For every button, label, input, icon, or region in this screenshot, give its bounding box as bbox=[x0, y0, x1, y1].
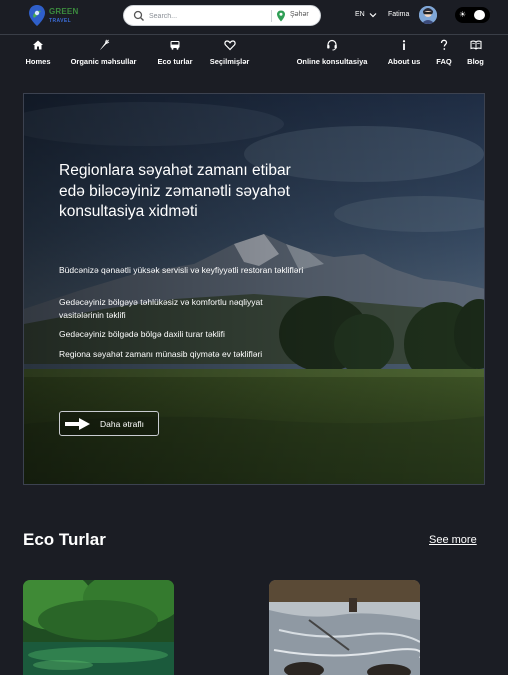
top-header: GREEN TRAVEL Şəhər EN Fatima ☀ bbox=[0, 0, 508, 34]
tour-card-image bbox=[269, 580, 420, 675]
nav-label: Organic məhsullar bbox=[70, 57, 137, 66]
brand-name: GREEN bbox=[49, 7, 79, 16]
headset-icon bbox=[327, 39, 337, 51]
nav-item-eco-turlar[interactable]: Eco turlar bbox=[154, 38, 196, 70]
theme-toggle[interactable]: ☀ bbox=[455, 7, 490, 23]
hero-banner: Regionlara səyahət zamanı etibar edə bil… bbox=[23, 93, 485, 485]
nav-label: Eco turlar bbox=[157, 57, 193, 66]
nav-label: FAQ bbox=[436, 57, 452, 66]
nav-item-homes[interactable]: Homes bbox=[22, 38, 54, 70]
nav-item-organic[interactable]: Organic məhsullar bbox=[64, 38, 143, 70]
tour-card[interactable] bbox=[23, 580, 174, 675]
hero-feature-item: Gedəcəyiniz bölgədə bölgə daxili turar t… bbox=[59, 329, 225, 339]
nav-label: Blog bbox=[467, 57, 484, 66]
hero-feature-item: Büdcənizə qənaətli yüksək servisli və ke… bbox=[59, 265, 304, 275]
bus-icon bbox=[170, 41, 180, 50]
nav-item-online-konsultasiya[interactable]: Online konsultasiya bbox=[291, 38, 373, 70]
logo[interactable]: GREEN TRAVEL bbox=[27, 4, 87, 28]
search-icon bbox=[133, 10, 144, 21]
info-icon bbox=[402, 40, 406, 50]
search-input[interactable] bbox=[149, 9, 264, 23]
hero-feature-item: Gedəcəyiniz bölgəyə təhlükəsiz və komfor… bbox=[59, 297, 263, 320]
tour-card-image bbox=[23, 580, 174, 675]
nav-label: Homes bbox=[25, 57, 51, 66]
sun-icon: ☀ bbox=[459, 10, 467, 19]
header-divider bbox=[0, 34, 508, 35]
city-select[interactable]: Şəhər bbox=[290, 11, 309, 18]
home-icon bbox=[33, 40, 43, 50]
more-info-label: Daha ətraflı bbox=[100, 419, 144, 429]
more-info-button[interactable]: Daha ətraflı bbox=[59, 411, 159, 436]
hero-feature-item: Regiona səyahət zamanı münasib qiymətə e… bbox=[59, 349, 263, 359]
arrow-right-icon bbox=[65, 418, 90, 430]
search-bar: Şəhər bbox=[123, 5, 321, 26]
nav-item-secilmisler[interactable]: Seçilmişlər bbox=[207, 38, 252, 70]
avatar-image bbox=[419, 6, 437, 24]
nav-item-about-us[interactable]: About us bbox=[384, 38, 424, 70]
section-title: Eco Turlar bbox=[23, 530, 106, 549]
search-divider bbox=[271, 10, 272, 22]
carrot-icon bbox=[99, 39, 109, 51]
logo-text: GREEN TRAVEL bbox=[49, 8, 78, 25]
nav-label: Online konsultasiya bbox=[296, 57, 368, 66]
see-more-link[interactable]: See more bbox=[429, 534, 477, 546]
logo-pin-icon bbox=[29, 5, 45, 26]
nav-item-blog[interactable]: Blog bbox=[464, 38, 487, 70]
user-name[interactable]: Fatima bbox=[388, 11, 409, 18]
toggle-knob bbox=[474, 10, 485, 20]
nav-label: Seçilmişlər bbox=[209, 57, 250, 66]
book-icon bbox=[469, 40, 482, 50]
brand-sub: TRAVEL bbox=[49, 18, 72, 24]
avatar[interactable] bbox=[419, 6, 437, 24]
location-pin-icon[interactable] bbox=[276, 10, 286, 22]
heart-icon bbox=[223, 40, 236, 51]
chevron-down-icon[interactable] bbox=[369, 11, 377, 19]
tour-card[interactable] bbox=[269, 580, 420, 675]
nav-item-faq[interactable]: FAQ bbox=[434, 38, 454, 70]
question-icon bbox=[440, 39, 448, 50]
hero-title: Regionlara səyahət zamanı etibar edə bil… bbox=[59, 162, 291, 220]
nav-label: About us bbox=[387, 57, 421, 66]
language-select[interactable]: EN bbox=[355, 11, 365, 18]
